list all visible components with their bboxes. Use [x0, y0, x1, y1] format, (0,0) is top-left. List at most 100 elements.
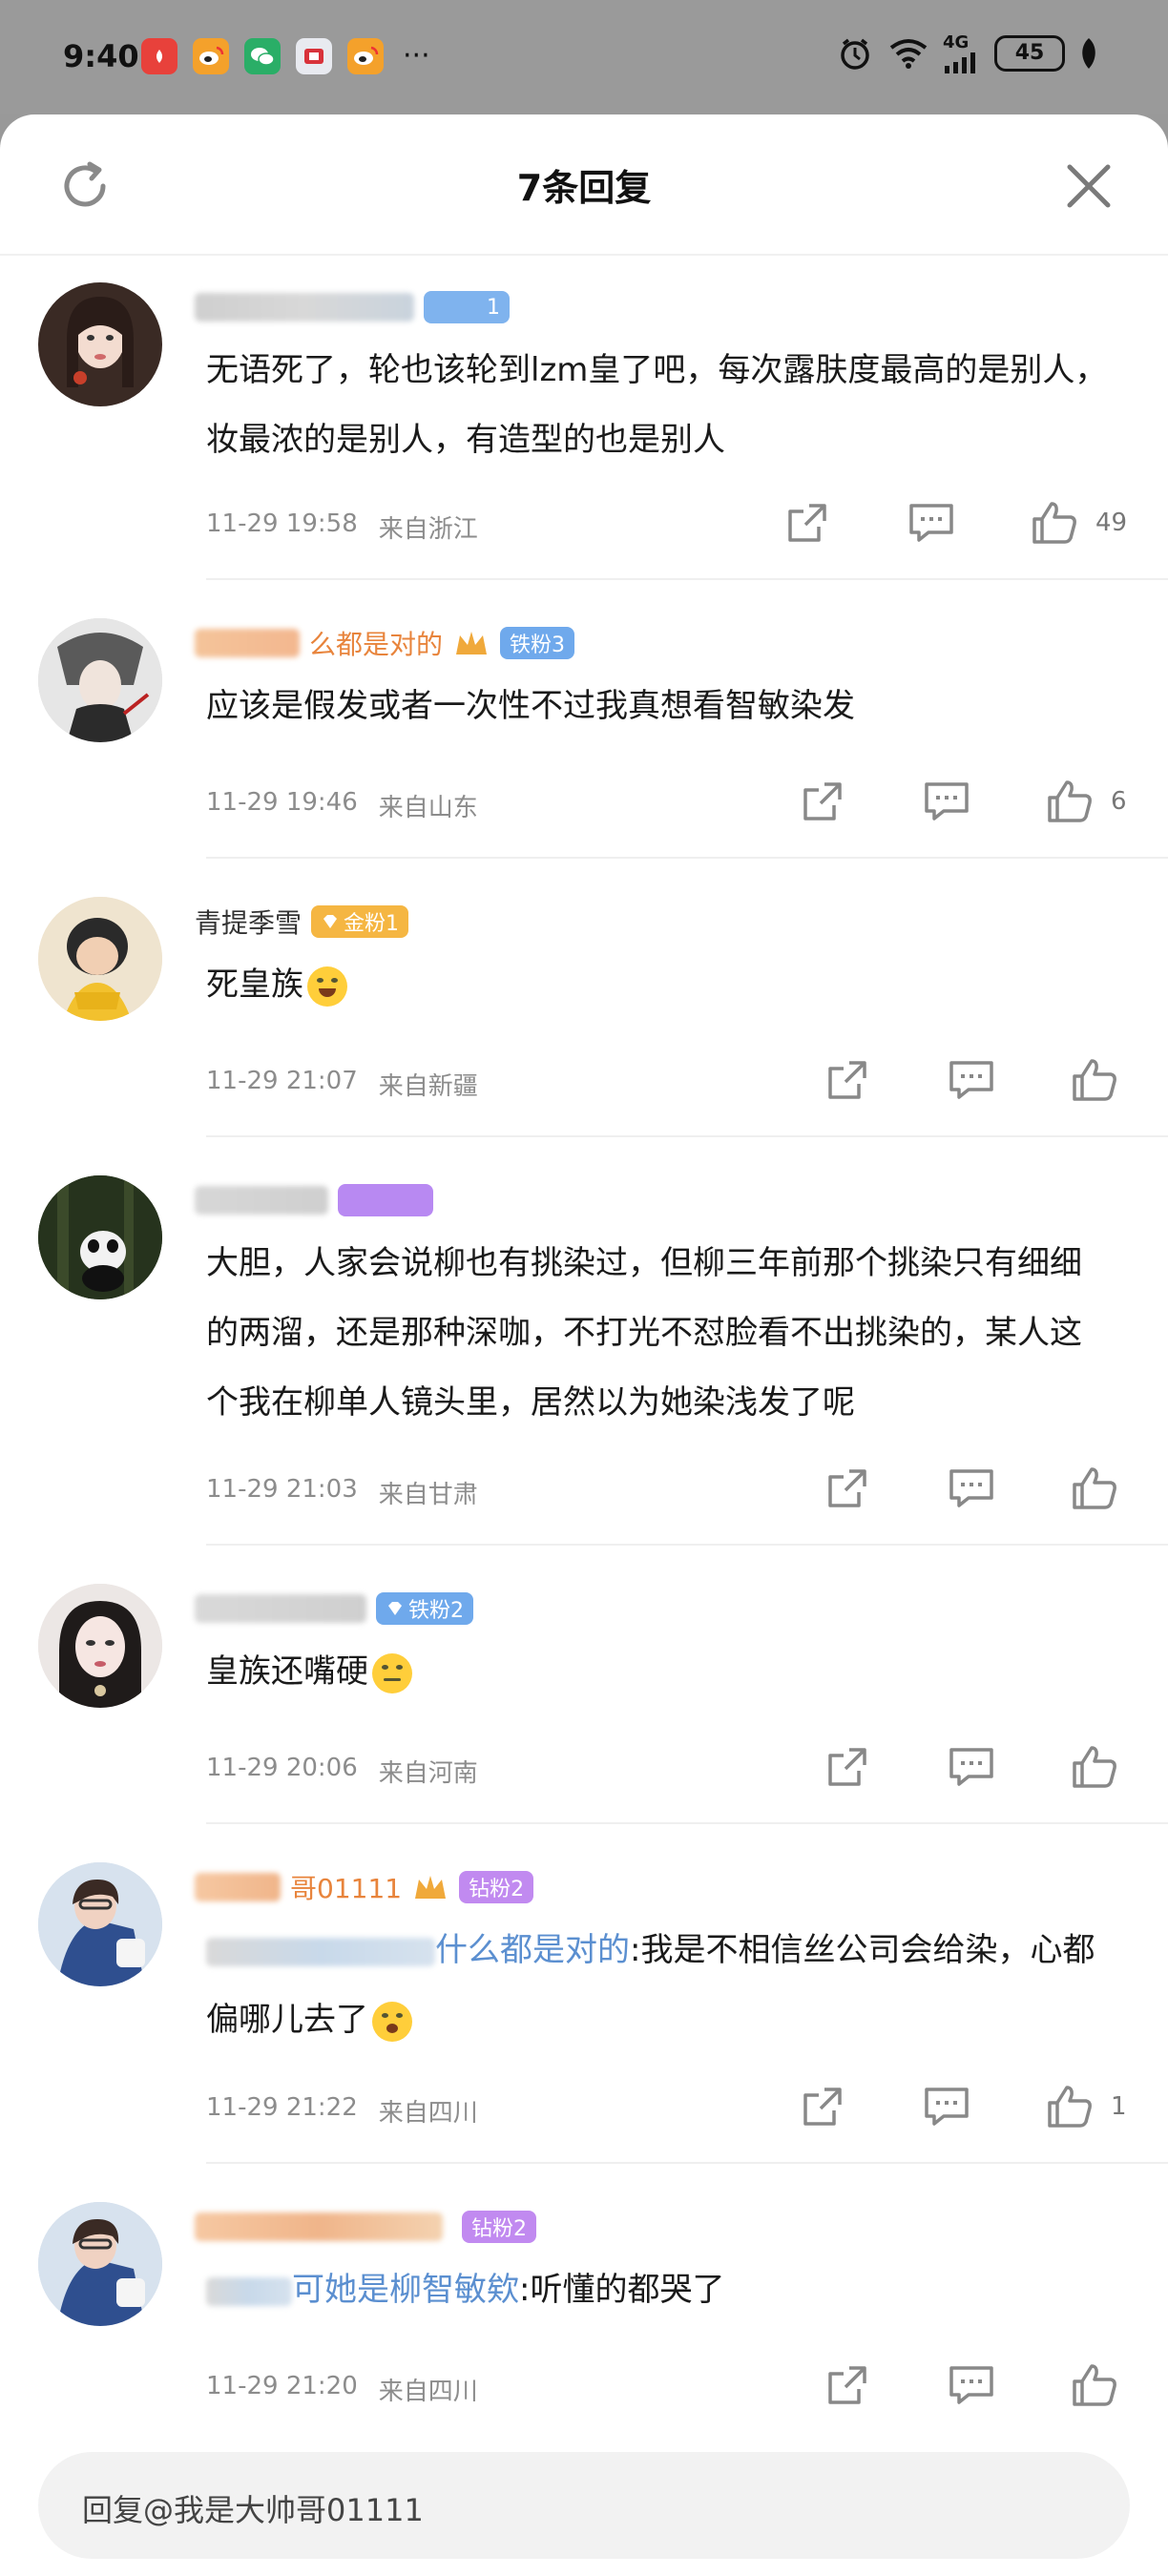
username-blurred: [195, 1186, 328, 1215]
username-line[interactable]: 钻粉2: [195, 2208, 536, 2246]
share-button[interactable]: [796, 2080, 849, 2133]
comment-icon: [949, 1469, 993, 1507]
close-button[interactable]: [1057, 155, 1120, 218]
reply-meta: 11-29 21:22 来自四川: [206, 2093, 478, 2129]
reply-content: 可她是柳智敏欸:听懂的都哭了: [206, 2255, 1111, 2325]
avatar[interactable]: [38, 1584, 162, 1708]
comment-button[interactable]: [945, 1740, 998, 1794]
username-blurred: [195, 2212, 443, 2241]
avatar[interactable]: [38, 1175, 162, 1299]
like-button[interactable]: [1029, 496, 1082, 550]
reply-location: 来自四川: [378, 2099, 478, 2128]
username-blurred: [195, 629, 300, 657]
avatar[interactable]: [38, 282, 162, 406]
reply-input[interactable]: 回复@我是大帅哥01111: [38, 2452, 1130, 2559]
reply-location: 来自山东: [378, 794, 478, 822]
fan-badge-label: 1: [487, 295, 500, 320]
battery-indicator: 45: [994, 34, 1065, 72]
reply-text: 皇族还嘴硬: [206, 1652, 368, 1691]
username-fragment: 么都是对的: [309, 629, 444, 660]
quoted-user-fragment[interactable]: 什么都是对的: [435, 1931, 630, 1969]
thumbs-up-icon: [1048, 780, 1092, 822]
share-button[interactable]: [821, 2358, 874, 2412]
network-type: 4G: [943, 32, 970, 52]
reply-meta: 11-29 20:06 来自河南: [206, 1754, 478, 1789]
share-button[interactable]: [821, 1053, 874, 1107]
avatar[interactable]: [38, 2202, 162, 2326]
share-button[interactable]: [821, 1462, 874, 1515]
avatar[interactable]: [38, 618, 162, 742]
fan-badge: 铁粉3: [500, 627, 575, 659]
thumbs-up-icon: [1073, 1467, 1116, 1509]
quoted-user-fragment[interactable]: 可她是柳智敏欸: [292, 2271, 519, 2309]
quoted-user-blurred[interactable]: [206, 2276, 292, 2306]
reply-item: 1 无语死了，轮也该轮到lzm皇了吧，每次露肤度最高的是别人，妆最浓的是别人，有…: [0, 256, 1168, 580]
reply-item: 青提季雪 金粉1 死皇族 11-29 21:07 来自新疆: [0, 859, 1168, 1137]
username-line[interactable]: 么都是对的 铁粉3: [195, 624, 575, 662]
reply-content: 皇族还嘴硬: [206, 1637, 1111, 1707]
like-button[interactable]: [1069, 2358, 1122, 2412]
reply-text: 死皇族: [206, 966, 303, 1004]
reply-actions: 49: [781, 496, 1134, 550]
username-line[interactable]: 哥01111 钻粉2: [195, 1868, 534, 1906]
username-blurred: [195, 1873, 281, 1901]
fan-badge-label: 铁粉2: [408, 1599, 464, 1623]
username-line[interactable]: 青提季雪 金粉1: [195, 903, 409, 941]
like-button[interactable]: [1044, 775, 1097, 828]
red-app-icon: [296, 38, 332, 74]
comment-button[interactable]: [905, 496, 958, 550]
username-line[interactable]: [195, 1181, 433, 1219]
reply-input-placeholder: 回复@我是大帅哥01111: [82, 2492, 424, 2528]
reply-actions: 6: [796, 775, 1149, 828]
username-line[interactable]: 1: [195, 288, 510, 326]
username-blurred: [195, 1594, 366, 1623]
comment-button[interactable]: [920, 2080, 973, 2133]
like-count: 1: [1111, 2092, 1127, 2121]
comment-button[interactable]: [945, 2358, 998, 2412]
share-button[interactable]: [821, 1740, 874, 1794]
reply-meta: 11-29 19:58 来自浙江: [206, 509, 478, 545]
reply-actions: [821, 1053, 1122, 1107]
reply-content: 应该是假发或者一次性不过我真想看智敏染发: [206, 687, 855, 725]
crown-icon: [415, 1876, 447, 1899]
reply-content: 死皇族: [206, 950, 1111, 1020]
status-time: 9:40: [63, 38, 139, 74]
share-icon: [803, 782, 842, 821]
comment-icon: [949, 1748, 993, 1786]
like-button[interactable]: [1069, 1740, 1122, 1794]
reply-date: 11-29 21:07: [206, 1067, 358, 1095]
fan-badge: 铁粉2: [376, 1592, 473, 1625]
comment-button[interactable]: [945, 1462, 998, 1515]
comment-button[interactable]: [920, 775, 973, 828]
share-button[interactable]: [796, 775, 849, 828]
gem-icon: [323, 915, 338, 928]
avatar[interactable]: [38, 1862, 162, 1986]
quoted-user-blurred[interactable]: [206, 1937, 435, 1966]
fan-badge: 金粉1: [311, 905, 409, 938]
like-button[interactable]: [1069, 1462, 1122, 1515]
like-button[interactable]: [1069, 1053, 1122, 1107]
username-blurred: [195, 293, 414, 322]
fan-badge: [338, 1184, 433, 1216]
gem-icon: [388, 1602, 402, 1615]
reply-date: 11-29 19:58: [206, 509, 358, 538]
reply-meta: 11-29 21:20 来自四川: [206, 2372, 478, 2407]
share-button[interactable]: [781, 496, 834, 550]
fan-badge: 钻粉2: [462, 2211, 536, 2243]
reply-actions: [821, 1462, 1122, 1515]
reply-location: 来自浙江: [378, 515, 478, 544]
like-button[interactable]: [1044, 2080, 1097, 2133]
thumbs-up-icon: [1073, 2364, 1116, 2406]
username-line[interactable]: 铁粉2: [195, 1589, 473, 1628]
sheet-header: 7条回复: [0, 114, 1168, 256]
fan-badge-label: 铁粉3: [510, 634, 566, 657]
thumbs-up-icon: [1032, 502, 1076, 544]
alarm-icon: [836, 34, 874, 73]
crying-emoji-icon: [372, 2001, 412, 2042]
avatar[interactable]: [38, 897, 162, 1021]
comment-button[interactable]: [945, 1053, 998, 1107]
replies-sheet: 7条回复 1 无语死了，轮也该轮到lzm皇了吧，每次露肤度最高的是别人，妆最浓的…: [0, 114, 1168, 2576]
laughing-emoji-icon: [307, 966, 347, 1007]
reply-location: 来自四川: [378, 2378, 478, 2406]
reply-date: 11-29 21:20: [206, 2372, 358, 2400]
